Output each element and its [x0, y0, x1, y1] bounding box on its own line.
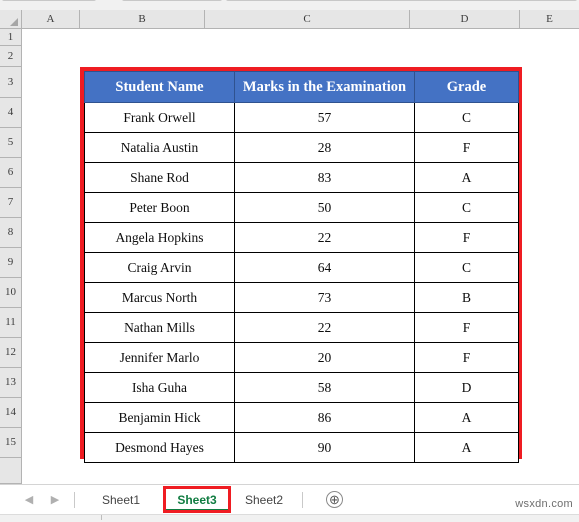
select-all-button[interactable] [0, 10, 22, 28]
table-row[interactable]: Angela Hopkins 22 F [84, 222, 519, 253]
row-header-column: 1 2 3 4 5 6 7 8 9 10 11 12 13 14 15 16 [0, 29, 22, 484]
row-header-7[interactable]: 7 [0, 188, 21, 218]
sheet-tab-sheet1[interactable]: Sheet1 [89, 489, 153, 511]
row-header-6[interactable]: 6 [0, 158, 21, 188]
cell-marks[interactable]: 90 [234, 432, 415, 463]
cell-marks[interactable]: 20 [234, 342, 415, 373]
cell-marks[interactable]: 73 [234, 282, 415, 313]
row-header-8[interactable]: 8 [0, 218, 21, 248]
row-header-1[interactable]: 1 [0, 29, 21, 46]
table-row[interactable]: Jennifer Marlo 20 F [84, 342, 519, 373]
cell-marks[interactable]: 83 [234, 162, 415, 193]
function-buttons-group[interactable] [122, 0, 222, 1]
sheet-tab-bar: ◀ ▶ Sheet1 Sheet3 Sheet2 ⊕ [0, 484, 579, 514]
status-bar [0, 514, 579, 522]
cell-student-name[interactable]: Isha Guha [84, 372, 235, 403]
column-header-a[interactable]: A [22, 10, 80, 28]
cell-student-name[interactable]: Shane Rod [84, 162, 235, 193]
row-header-9[interactable]: 9 [0, 248, 21, 278]
cell-grade[interactable]: F [414, 222, 519, 253]
cell-marks[interactable]: 86 [234, 402, 415, 433]
cell-grade[interactable]: A [414, 162, 519, 193]
cell-grade[interactable]: F [414, 342, 519, 373]
table-row[interactable]: Desmond Hayes 90 A [84, 432, 519, 463]
table-row[interactable]: Craig Arvin 64 C [84, 252, 519, 283]
table-row[interactable]: Natalia Austin 28 F [84, 132, 519, 163]
cell-grade[interactable]: C [414, 252, 519, 283]
watermark-label: wsxdn.com [515, 498, 573, 510]
cell-marks[interactable]: 28 [234, 132, 415, 163]
table-row[interactable]: Isha Guha 58 D [84, 372, 519, 403]
row-header-12[interactable]: 12 [0, 338, 21, 368]
student-grades-table[interactable]: Student Name Marks in the Examination Gr… [80, 67, 522, 463]
cell-grade[interactable]: F [414, 132, 519, 163]
row-header-14[interactable]: 14 [0, 398, 21, 428]
cell-student-name[interactable]: Nathan Mills [84, 312, 235, 343]
cell-marks[interactable]: 57 [234, 102, 415, 133]
row-header-5[interactable]: 5 [0, 128, 21, 158]
header-grade[interactable]: Grade [414, 71, 519, 103]
name-box[interactable] [2, 0, 96, 1]
column-header-b[interactable]: B [80, 10, 205, 28]
row-header-16[interactable]: 16 [0, 458, 21, 484]
cell-grade[interactable]: C [414, 102, 519, 133]
formula-bar-input[interactable] [226, 0, 577, 1]
cell-student-name[interactable]: Desmond Hayes [84, 432, 235, 463]
formula-bar-strip [0, 0, 579, 10]
column-header-e[interactable]: E [520, 10, 579, 28]
column-header-d[interactable]: D [410, 10, 520, 28]
row-header-11[interactable]: 11 [0, 308, 21, 338]
table-header-row: Student Name Marks in the Examination Gr… [84, 71, 519, 103]
cell-grade[interactable]: C [414, 192, 519, 223]
cell-grade[interactable]: A [414, 432, 519, 463]
cell-grade[interactable]: A [414, 402, 519, 433]
tab-separator [74, 492, 75, 508]
cell-grade[interactable]: D [414, 372, 519, 403]
cell-marks[interactable]: 22 [234, 222, 415, 253]
cell-student-name[interactable]: Peter Boon [84, 192, 235, 223]
active-sheet-highlight-box [163, 486, 231, 513]
column-header-row: A B C D E [0, 10, 579, 29]
cell-student-name[interactable]: Jennifer Marlo [84, 342, 235, 373]
next-sheet-arrow-icon[interactable]: ▶ [48, 493, 62, 507]
header-marks[interactable]: Marks in the Examination [234, 71, 415, 103]
table-row[interactable]: Benjamin Hick 86 A [84, 402, 519, 433]
cell-student-name[interactable]: Benjamin Hick [84, 402, 235, 433]
row-header-2[interactable]: 2 [0, 46, 21, 67]
table-row[interactable]: Frank Orwell 57 C [84, 102, 519, 133]
cell-marks[interactable]: 22 [234, 312, 415, 343]
cell-marks[interactable]: 50 [234, 192, 415, 223]
add-sheet-button[interactable]: ⊕ [326, 491, 343, 508]
status-bar-divider [101, 515, 102, 520]
row-header-4[interactable]: 4 [0, 98, 21, 128]
header-student-name[interactable]: Student Name [84, 71, 235, 103]
row-header-13[interactable]: 13 [0, 368, 21, 398]
row-header-10[interactable]: 10 [0, 278, 21, 308]
column-header-c[interactable]: C [205, 10, 410, 28]
cell-marks[interactable]: 64 [234, 252, 415, 283]
cell-grade[interactable]: B [414, 282, 519, 313]
previous-sheet-arrow-icon[interactable]: ◀ [22, 493, 36, 507]
row-header-15[interactable]: 15 [0, 428, 21, 458]
cell-grade[interactable]: F [414, 312, 519, 343]
tab-separator [302, 492, 303, 508]
cell-student-name[interactable]: Angela Hopkins [84, 222, 235, 253]
cell-student-name[interactable]: Craig Arvin [84, 252, 235, 283]
cell-student-name[interactable]: Marcus North [84, 282, 235, 313]
table-row[interactable]: Nathan Mills 22 F [84, 312, 519, 343]
table-row[interactable]: Marcus North 73 B [84, 282, 519, 313]
cell-student-name[interactable]: Frank Orwell [84, 102, 235, 133]
table-row[interactable]: Peter Boon 50 C [84, 192, 519, 223]
select-all-triangle-icon [10, 18, 18, 26]
sheet-tab-sheet2[interactable]: Sheet2 [233, 489, 295, 511]
worksheet-grid[interactable]: Student Name Marks in the Examination Gr… [22, 29, 579, 484]
cell-marks[interactable]: 58 [234, 372, 415, 403]
cell-student-name[interactable]: Natalia Austin [84, 132, 235, 163]
table-row[interactable]: Shane Rod 83 A [84, 162, 519, 193]
row-header-3[interactable]: 3 [0, 67, 21, 98]
